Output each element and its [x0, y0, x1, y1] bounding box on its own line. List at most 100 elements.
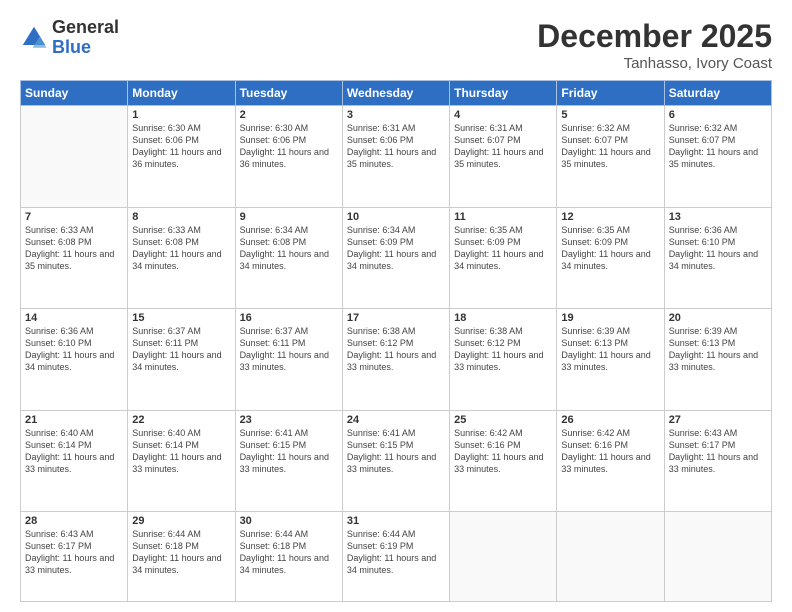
day-info: Sunrise: 6:32 AM Sunset: 6:07 PM Dayligh…	[669, 122, 767, 171]
calendar-cell: 4Sunrise: 6:31 AM Sunset: 6:07 PM Daylig…	[450, 106, 557, 208]
day-info: Sunrise: 6:37 AM Sunset: 6:11 PM Dayligh…	[132, 325, 230, 374]
day-number: 16	[240, 312, 338, 324]
day-number: 21	[25, 414, 123, 426]
day-number: 14	[25, 312, 123, 324]
col-friday: Friday	[557, 81, 664, 106]
calendar-cell: 24Sunrise: 6:41 AM Sunset: 6:15 PM Dayli…	[342, 410, 449, 512]
calendar-cell: 10Sunrise: 6:34 AM Sunset: 6:09 PM Dayli…	[342, 207, 449, 309]
day-info: Sunrise: 6:42 AM Sunset: 6:16 PM Dayligh…	[454, 427, 552, 476]
day-number: 7	[25, 211, 123, 223]
day-number: 8	[132, 211, 230, 223]
calendar-cell: 1Sunrise: 6:30 AM Sunset: 6:06 PM Daylig…	[128, 106, 235, 208]
day-info: Sunrise: 6:35 AM Sunset: 6:09 PM Dayligh…	[561, 224, 659, 273]
day-info: Sunrise: 6:31 AM Sunset: 6:07 PM Dayligh…	[454, 122, 552, 171]
day-info: Sunrise: 6:33 AM Sunset: 6:08 PM Dayligh…	[132, 224, 230, 273]
day-number: 29	[132, 515, 230, 527]
day-info: Sunrise: 6:41 AM Sunset: 6:15 PM Dayligh…	[347, 427, 445, 476]
calendar-cell: 23Sunrise: 6:41 AM Sunset: 6:15 PM Dayli…	[235, 410, 342, 512]
day-number: 23	[240, 414, 338, 426]
calendar-cell: 31Sunrise: 6:44 AM Sunset: 6:19 PM Dayli…	[342, 512, 449, 602]
page: General Blue December 2025 Tanhasso, Ivo…	[0, 0, 792, 612]
day-number: 31	[347, 515, 445, 527]
calendar-cell: 19Sunrise: 6:39 AM Sunset: 6:13 PM Dayli…	[557, 309, 664, 411]
logo: General Blue	[20, 18, 119, 58]
week-row-3: 14Sunrise: 6:36 AM Sunset: 6:10 PM Dayli…	[21, 309, 772, 411]
calendar-cell: 22Sunrise: 6:40 AM Sunset: 6:14 PM Dayli…	[128, 410, 235, 512]
day-number: 12	[561, 211, 659, 223]
day-info: Sunrise: 6:38 AM Sunset: 6:12 PM Dayligh…	[347, 325, 445, 374]
col-wednesday: Wednesday	[342, 81, 449, 106]
calendar-cell: 11Sunrise: 6:35 AM Sunset: 6:09 PM Dayli…	[450, 207, 557, 309]
calendar-cell: 28Sunrise: 6:43 AM Sunset: 6:17 PM Dayli…	[21, 512, 128, 602]
calendar-cell: 21Sunrise: 6:40 AM Sunset: 6:14 PM Dayli…	[21, 410, 128, 512]
calendar-cell: 26Sunrise: 6:42 AM Sunset: 6:16 PM Dayli…	[557, 410, 664, 512]
day-info: Sunrise: 6:43 AM Sunset: 6:17 PM Dayligh…	[25, 528, 123, 577]
day-info: Sunrise: 6:34 AM Sunset: 6:09 PM Dayligh…	[347, 224, 445, 273]
day-info: Sunrise: 6:44 AM Sunset: 6:18 PM Dayligh…	[132, 528, 230, 577]
day-info: Sunrise: 6:36 AM Sunset: 6:10 PM Dayligh…	[669, 224, 767, 273]
calendar-cell	[557, 512, 664, 602]
day-info: Sunrise: 6:34 AM Sunset: 6:08 PM Dayligh…	[240, 224, 338, 273]
calendar-cell: 30Sunrise: 6:44 AM Sunset: 6:18 PM Dayli…	[235, 512, 342, 602]
calendar-cell: 16Sunrise: 6:37 AM Sunset: 6:11 PM Dayli…	[235, 309, 342, 411]
day-number: 24	[347, 414, 445, 426]
calendar-cell: 18Sunrise: 6:38 AM Sunset: 6:12 PM Dayli…	[450, 309, 557, 411]
col-thursday: Thursday	[450, 81, 557, 106]
calendar-cell: 14Sunrise: 6:36 AM Sunset: 6:10 PM Dayli…	[21, 309, 128, 411]
calendar-cell: 2Sunrise: 6:30 AM Sunset: 6:06 PM Daylig…	[235, 106, 342, 208]
day-info: Sunrise: 6:37 AM Sunset: 6:11 PM Dayligh…	[240, 325, 338, 374]
day-info: Sunrise: 6:42 AM Sunset: 6:16 PM Dayligh…	[561, 427, 659, 476]
calendar-cell: 17Sunrise: 6:38 AM Sunset: 6:12 PM Dayli…	[342, 309, 449, 411]
day-number: 30	[240, 515, 338, 527]
day-number: 20	[669, 312, 767, 324]
day-info: Sunrise: 6:39 AM Sunset: 6:13 PM Dayligh…	[669, 325, 767, 374]
logo-general: General	[52, 18, 119, 38]
calendar-cell: 13Sunrise: 6:36 AM Sunset: 6:10 PM Dayli…	[664, 207, 771, 309]
day-number: 13	[669, 211, 767, 223]
calendar-cell: 15Sunrise: 6:37 AM Sunset: 6:11 PM Dayli…	[128, 309, 235, 411]
col-monday: Monday	[128, 81, 235, 106]
day-info: Sunrise: 6:40 AM Sunset: 6:14 PM Dayligh…	[25, 427, 123, 476]
day-number: 10	[347, 211, 445, 223]
calendar-cell: 8Sunrise: 6:33 AM Sunset: 6:08 PM Daylig…	[128, 207, 235, 309]
day-info: Sunrise: 6:30 AM Sunset: 6:06 PM Dayligh…	[132, 122, 230, 171]
col-sunday: Sunday	[21, 81, 128, 106]
day-number: 26	[561, 414, 659, 426]
day-number: 1	[132, 109, 230, 121]
day-info: Sunrise: 6:44 AM Sunset: 6:19 PM Dayligh…	[347, 528, 445, 577]
day-info: Sunrise: 6:43 AM Sunset: 6:17 PM Dayligh…	[669, 427, 767, 476]
day-info: Sunrise: 6:40 AM Sunset: 6:14 PM Dayligh…	[132, 427, 230, 476]
calendar-cell	[21, 106, 128, 208]
day-number: 9	[240, 211, 338, 223]
day-number: 28	[25, 515, 123, 527]
calendar-cell	[450, 512, 557, 602]
location: Tanhasso, Ivory Coast	[537, 55, 772, 72]
day-number: 11	[454, 211, 552, 223]
day-number: 5	[561, 109, 659, 121]
day-number: 19	[561, 312, 659, 324]
day-number: 6	[669, 109, 767, 121]
day-info: Sunrise: 6:30 AM Sunset: 6:06 PM Dayligh…	[240, 122, 338, 171]
calendar-cell: 20Sunrise: 6:39 AM Sunset: 6:13 PM Dayli…	[664, 309, 771, 411]
logo-text: General Blue	[52, 18, 119, 58]
logo-icon	[20, 24, 48, 52]
calendar-cell: 12Sunrise: 6:35 AM Sunset: 6:09 PM Dayli…	[557, 207, 664, 309]
day-number: 3	[347, 109, 445, 121]
day-number: 15	[132, 312, 230, 324]
day-info: Sunrise: 6:44 AM Sunset: 6:18 PM Dayligh…	[240, 528, 338, 577]
logo-blue: Blue	[52, 38, 119, 58]
day-info: Sunrise: 6:39 AM Sunset: 6:13 PM Dayligh…	[561, 325, 659, 374]
calendar-cell: 7Sunrise: 6:33 AM Sunset: 6:08 PM Daylig…	[21, 207, 128, 309]
calendar-cell: 5Sunrise: 6:32 AM Sunset: 6:07 PM Daylig…	[557, 106, 664, 208]
col-tuesday: Tuesday	[235, 81, 342, 106]
calendar-table: Sunday Monday Tuesday Wednesday Thursday…	[20, 80, 772, 602]
day-info: Sunrise: 6:31 AM Sunset: 6:06 PM Dayligh…	[347, 122, 445, 171]
title-section: December 2025 Tanhasso, Ivory Coast	[537, 18, 772, 72]
calendar-cell: 3Sunrise: 6:31 AM Sunset: 6:06 PM Daylig…	[342, 106, 449, 208]
calendar-cell: 9Sunrise: 6:34 AM Sunset: 6:08 PM Daylig…	[235, 207, 342, 309]
day-info: Sunrise: 6:33 AM Sunset: 6:08 PM Dayligh…	[25, 224, 123, 273]
week-row-1: 1Sunrise: 6:30 AM Sunset: 6:06 PM Daylig…	[21, 106, 772, 208]
day-number: 17	[347, 312, 445, 324]
day-number: 18	[454, 312, 552, 324]
month-title: December 2025	[537, 18, 772, 55]
